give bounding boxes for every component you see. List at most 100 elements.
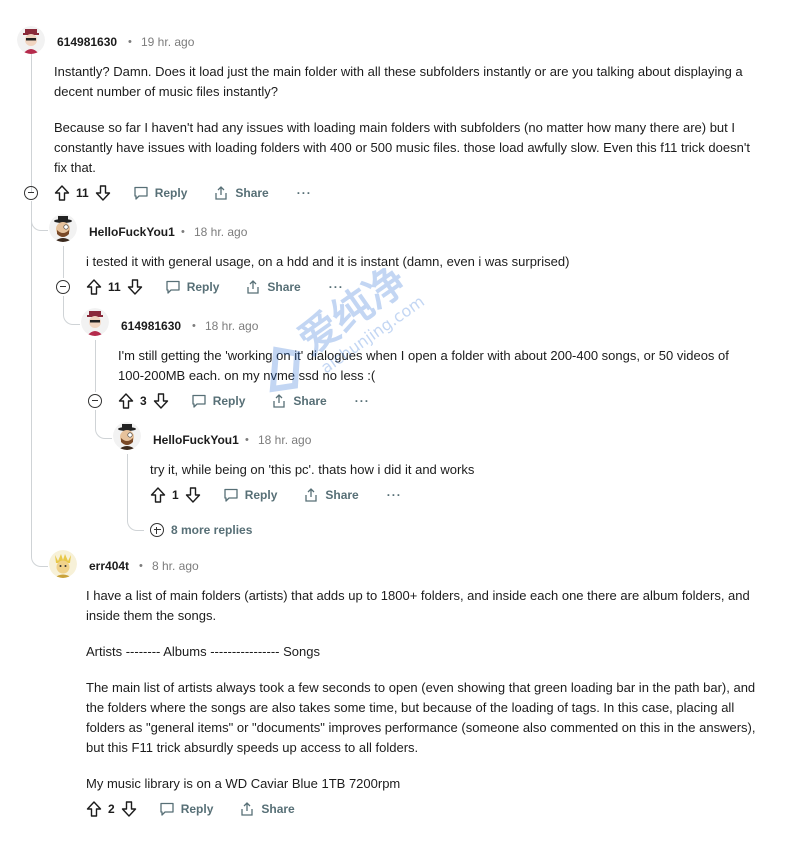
share-label: Share <box>235 186 269 200</box>
collapse-thread-button[interactable] <box>24 186 38 200</box>
share-icon <box>247 280 260 294</box>
separator-dot: • <box>139 560 143 572</box>
thread-line <box>95 340 96 392</box>
downvote-icon[interactable] <box>185 487 201 503</box>
reply-label: Reply <box>212 394 246 408</box>
comment-body: I have a list of main folders (artists) … <box>86 586 766 810</box>
comment-timestamp[interactable]: 19 hr. ago <box>141 35 194 49</box>
upvote-icon[interactable] <box>150 487 166 503</box>
comment-paragraph: i tested it with general usage, on a hdd… <box>86 254 570 269</box>
comment-actions: 1 Reply Share ··· <box>150 484 402 506</box>
thread-line <box>31 201 32 556</box>
thread-line <box>31 52 32 192</box>
reply-button[interactable]: Reply <box>165 279 220 295</box>
comment-paragraph: My music library is on a WD Caviar Blue … <box>86 776 401 791</box>
reply-button[interactable]: Reply <box>223 487 278 503</box>
collapse-thread-button[interactable] <box>88 394 102 408</box>
downvote-icon[interactable] <box>121 801 137 817</box>
reply-label: Reply <box>186 280 220 294</box>
share-icon <box>305 488 318 502</box>
separator-dot: • <box>245 434 249 446</box>
reply-label: Reply <box>244 488 278 502</box>
comment-author[interactable]: 614981630 <box>57 35 117 49</box>
comment-author[interactable]: 614981630 <box>121 319 181 333</box>
share-icon <box>215 186 228 200</box>
thread-line <box>63 246 64 278</box>
comment-timestamp[interactable]: 8 hr. ago <box>152 559 199 573</box>
comment-timestamp[interactable]: 18 hr. ago <box>258 433 311 447</box>
more-options-button[interactable]: ··· <box>355 394 370 408</box>
comment-timestamp[interactable]: 18 hr. ago <box>205 319 258 333</box>
comment-author[interactable]: HelloFuckYou1 <box>153 433 239 447</box>
avatar[interactable] <box>49 214 77 242</box>
separator-dot: • <box>128 36 132 48</box>
plus-circle-icon <box>150 523 164 537</box>
upvote-icon[interactable] <box>86 279 102 295</box>
separator-dot: • <box>181 226 185 238</box>
comment-paragraph: Artists -------- Albums ----------------… <box>86 644 320 659</box>
share-label: Share <box>267 280 301 294</box>
avatar[interactable] <box>49 550 77 578</box>
thread-elbow <box>127 514 144 531</box>
comment-author[interactable]: err404t <box>89 559 129 573</box>
reply-icon <box>160 802 174 816</box>
separator-dot: • <box>192 320 196 332</box>
upvote-icon[interactable] <box>54 185 70 201</box>
comment-body: Instantly? Damn. Does it load just the m… <box>54 62 759 194</box>
vote-score: 1 <box>172 488 179 502</box>
share-label: Share <box>293 394 327 408</box>
comment-paragraph: Instantly? Damn. Does it load just the m… <box>54 64 743 99</box>
downvote-icon[interactable] <box>127 279 143 295</box>
upvote-icon[interactable] <box>118 393 134 409</box>
share-button[interactable]: Share <box>271 393 327 409</box>
reply-label: Reply <box>180 802 214 816</box>
thread-line <box>127 454 128 514</box>
thread-elbow <box>31 556 48 567</box>
downvote-icon[interactable] <box>153 393 169 409</box>
comment-paragraph: I'm still getting the 'working on it' di… <box>118 348 729 383</box>
comment-paragraph: The main list of artists always took a f… <box>86 680 756 755</box>
more-replies-button[interactable]: 8 more replies <box>150 523 252 537</box>
upvote-icon[interactable] <box>86 801 102 817</box>
avatar[interactable] <box>17 26 45 54</box>
thread-elbow <box>95 410 112 439</box>
reply-label: Reply <box>154 186 188 200</box>
avatar[interactable] <box>81 308 109 336</box>
share-button[interactable]: Share <box>245 279 301 295</box>
more-options-button[interactable]: ··· <box>297 186 312 200</box>
comment-paragraph: try it, while being on 'this pc'. thats … <box>150 462 475 477</box>
comment-actions: 11 Reply Share ··· <box>86 276 344 298</box>
comment-author[interactable]: HelloFuckYou1 <box>89 225 175 239</box>
reply-button[interactable]: Reply <box>133 185 188 201</box>
thread-elbow <box>63 296 80 325</box>
share-icon <box>241 802 254 816</box>
vote-score: 2 <box>108 802 115 816</box>
comment-actions: 2 Reply Share <box>86 798 295 820</box>
downvote-icon[interactable] <box>95 185 111 201</box>
avatar[interactable] <box>113 422 141 450</box>
comment-actions: 3 Reply Share ··· <box>118 390 370 412</box>
reply-button[interactable]: Reply <box>191 393 246 409</box>
share-button[interactable]: Share <box>213 185 269 201</box>
vote-score: 11 <box>76 186 89 200</box>
more-replies-label: 8 more replies <box>171 523 253 537</box>
share-icon <box>273 394 286 408</box>
share-button[interactable]: Share <box>239 801 295 817</box>
comment-paragraph: Because so far I haven't had any issues … <box>54 120 750 175</box>
comment-timestamp[interactable]: 18 hr. ago <box>194 225 247 239</box>
comment-actions: 11 Reply Share ··· <box>54 182 312 204</box>
more-options-button[interactable]: ··· <box>329 280 344 294</box>
share-button[interactable]: Share <box>303 487 359 503</box>
collapse-thread-button[interactable] <box>56 280 70 294</box>
reply-button[interactable]: Reply <box>159 801 214 817</box>
more-options-button[interactable]: ··· <box>387 488 402 502</box>
comment-paragraph: I have a list of main folders (artists) … <box>86 588 750 623</box>
reply-icon <box>192 394 206 408</box>
share-label: Share <box>261 802 295 816</box>
share-label: Share <box>325 488 359 502</box>
vote-score: 3 <box>140 394 147 408</box>
reply-icon <box>134 186 148 200</box>
vote-score: 11 <box>108 280 121 294</box>
reply-icon <box>224 488 238 502</box>
thread-elbow <box>31 212 48 231</box>
